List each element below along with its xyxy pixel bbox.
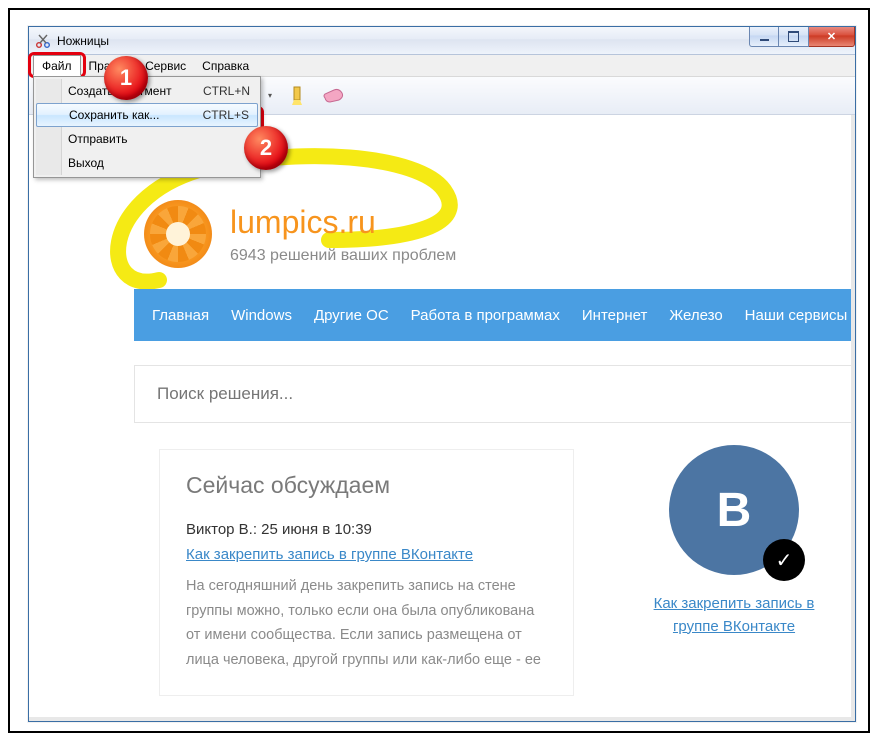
search-input[interactable] (157, 384, 832, 404)
comment-link[interactable]: Как закрепить запись в группе ВКонтакте (186, 546, 473, 563)
menu-help[interactable]: Справка (194, 55, 257, 76)
menu-item-shortcut: CTRL+S (203, 108, 249, 122)
comment-author-line: Виктор В.: 25 июня в 10:39 (186, 521, 547, 538)
vk-icon[interactable]: В ✓ (669, 445, 799, 575)
menu-item-exit[interactable]: Выход (36, 151, 258, 175)
menu-item-shortcut: CTRL+N (203, 84, 250, 98)
check-badge-icon: ✓ (763, 539, 805, 581)
highlighter-tool-button[interactable] (283, 83, 311, 109)
nav-link[interactable]: Работа в программах (411, 307, 560, 324)
title-bar: Ножницы (29, 27, 855, 55)
search-box[interactable] (134, 365, 855, 423)
vk-widget: В ✓ Как закрепить запись в группе ВКонта… (629, 445, 839, 638)
nav-link[interactable]: Windows (231, 307, 292, 324)
file-menu-dropdown: Создать фрагмент CTRL+N Сохранить как...… (33, 76, 261, 178)
nav-link[interactable]: Другие ОС (314, 307, 389, 324)
maximize-button[interactable] (779, 27, 809, 47)
minimize-button[interactable] (749, 27, 779, 47)
menu-item-send[interactable]: Отправить (36, 127, 258, 151)
eraser-tool-button[interactable] (315, 83, 351, 109)
callout-number-2: 2 (244, 126, 288, 170)
menu-item-label: Выход (68, 156, 104, 170)
nav-link[interactable]: Наши сервисы (745, 307, 848, 324)
nav-link[interactable]: Интернет (582, 307, 647, 324)
window-title: Ножницы (57, 34, 109, 48)
nav-link[interactable]: Главная (152, 307, 209, 324)
menu-item-label: Сохранить как... (69, 108, 159, 122)
menu-item-label: Отправить (68, 132, 128, 146)
horizontal-scrollbar[interactable] (29, 717, 855, 721)
card-heading: Сейчас обсуждаем (186, 472, 547, 499)
close-button[interactable] (809, 27, 855, 47)
menu-bar: Файл Правка Сервис Справка (29, 55, 855, 77)
site-subtitle: 6943 решений ваших проблем (230, 247, 456, 265)
menu-file[interactable]: Файл (33, 55, 81, 76)
discussion-card: Сейчас обсуждаем Виктор В.: 25 июня в 10… (159, 449, 574, 696)
menu-item-save-as[interactable]: Сохранить как... CTRL+S (36, 103, 258, 127)
site-navbar: Главная Windows Другие ОС Работа в прогр… (134, 289, 855, 341)
vk-caption-link[interactable]: Как закрепить запись в группе ВКонтакте (629, 593, 839, 638)
vertical-scrollbar[interactable] (851, 115, 855, 721)
site-header: lumpics.ru 6943 решений ваших проблем (144, 200, 456, 268)
comment-body: На сегодняшний день закрепить запись на … (186, 574, 547, 673)
callout-number-1: 1 (104, 56, 148, 100)
scissors-icon (35, 33, 51, 49)
snipping-tool-window: Ножницы Файл Правка Сервис Справка (28, 26, 856, 722)
snip-canvas: lumpics.ru 6943 решений ваших проблем Гл… (29, 115, 855, 721)
site-logo-icon (144, 200, 212, 268)
nav-link[interactable]: Железо (669, 307, 722, 324)
site-title: lumpics.ru (230, 204, 456, 241)
eraser-icon (322, 88, 344, 104)
highlighter-icon (290, 86, 304, 106)
